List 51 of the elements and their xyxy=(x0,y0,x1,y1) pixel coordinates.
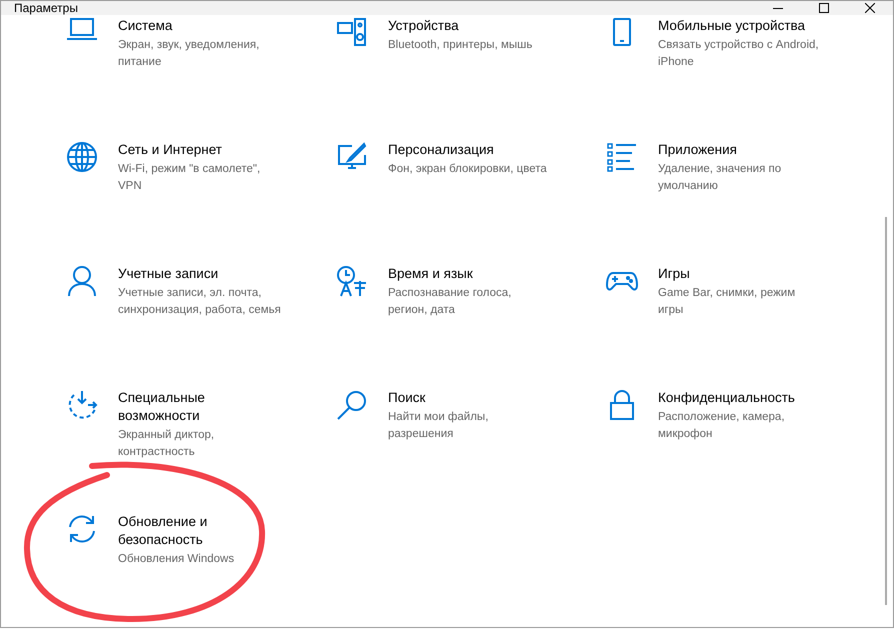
category-title: Персонализация xyxy=(388,141,495,159)
category-description: Связать устройство с Android, iPhone xyxy=(658,38,820,70)
settings-category[interactable]: Время и язык Распознавание голоса, регион, дата xyxy=(336,265,606,389)
category-title: Обновление и безопасность xyxy=(118,513,208,549)
globe-icon xyxy=(66,141,98,173)
category-title: Устройства xyxy=(388,17,460,35)
settings-category[interactable]: Система Экран, звук, уведомления, питание xyxy=(66,17,336,141)
category-description: Удаление, значения по умолчанию xyxy=(658,162,782,194)
category-description: Экран, звук, уведомления, питание xyxy=(118,38,260,70)
category-title: Сеть и Интернет xyxy=(118,141,223,159)
close-icon xyxy=(865,3,875,13)
clock-language-icon xyxy=(336,265,368,297)
category-description: Wi-Fi, режим "в самолете", VPN xyxy=(118,162,262,194)
category-title: Мобильные устройства xyxy=(658,17,806,35)
category-title: Время и язык xyxy=(388,265,474,283)
category-description: Учетные записи, эл. почта, синхронизация, работа, семья xyxy=(118,286,282,318)
scrollbar[interactable] xyxy=(885,217,887,605)
settings-category[interactable]: Сеть и Интернет Wi-Fi, режим "в самолете", VPN xyxy=(66,141,336,265)
settings-category[interactable]: Поиск Найти мои файлы, разрешения xyxy=(336,389,606,513)
settings-category[interactable]: Конфиденциальность Расположение, камера, микрофон xyxy=(606,389,876,513)
category-title: Приложения xyxy=(658,141,738,159)
person-icon xyxy=(66,265,98,297)
settings-category[interactable]: Игры Game Bar, снимки, режим игры xyxy=(606,265,876,389)
maximize-icon xyxy=(819,3,829,13)
settings-category[interactable]: Устройства Bluetooth, принтеры, мышь xyxy=(336,17,606,141)
category-title: Игры xyxy=(658,265,691,283)
category-description: Расположение, камера, микрофон xyxy=(658,410,786,442)
search-icon xyxy=(336,389,368,421)
sync-icon xyxy=(66,513,98,545)
category-description: Game Bar, снимки, режим игры xyxy=(658,286,796,318)
category-title: Поиск xyxy=(388,389,426,407)
list-icon xyxy=(606,141,638,173)
devices-icon xyxy=(336,17,368,49)
settings-category[interactable]: Приложения Удаление, значения по умолчанию xyxy=(606,141,876,265)
window-title: Параметры xyxy=(14,1,78,15)
category-title: Система xyxy=(118,17,174,35)
settings-category[interactable]: Специальные возможности Экранный диктор, контрастность xyxy=(66,389,336,513)
category-title: Учетные записи xyxy=(118,265,220,283)
category-title: Специальные возможности xyxy=(118,389,206,425)
category-description: Найти мои файлы, разрешения xyxy=(388,410,490,442)
settings-category[interactable]: Мобильные устройства Связать устройство с Android, iPhone xyxy=(606,17,876,141)
category-description: Bluetooth, принтеры, мышь xyxy=(388,38,534,53)
category-description: Фон, экран блокировки, цвета xyxy=(388,162,548,177)
settings-category[interactable]: Обновление и безопасность Обновления Windows xyxy=(66,513,336,627)
settings-category[interactable]: Учетные записи Учетные записи, эл. почта, синхронизация, работа, семья xyxy=(66,265,336,389)
settings-category[interactable]: Персонализация Фон, экран блокировки, цвета xyxy=(336,141,606,265)
category-description: Обновления Windows xyxy=(118,552,236,567)
category-title: Конфиденциальность xyxy=(658,389,796,407)
category-description: Экранный диктор, контрастность xyxy=(118,428,216,460)
category-description: Распознавание голоса, регион, дата xyxy=(388,286,512,318)
accessibility-icon xyxy=(66,389,98,421)
